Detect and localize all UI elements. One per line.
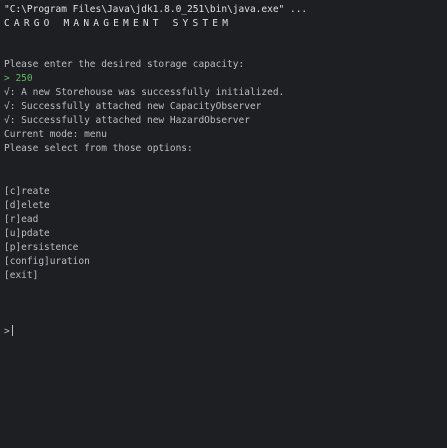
text-cursor — [11, 325, 13, 336]
current-mode-line: Current mode: menu — [4, 129, 107, 140]
menu-item-read: [r]ead — [4, 214, 39, 225]
capacity-observer-message: √: Successfully attached new CapacityObs… — [4, 101, 262, 112]
input-line[interactable]: > — [4, 325, 13, 338]
input-prompt: > — [4, 326, 10, 337]
capacity-prompt: Please enter the desired storage capacit… — [4, 59, 245, 70]
menu-item-persistence: [p]ersistence — [4, 242, 79, 253]
console-window: "C:\Program Files\Java\jdk1.8.0_251\bin\… — [0, 0, 447, 448]
select-options-prompt: Please select from those options: — [4, 143, 193, 154]
menu-item-create: [c]reate — [4, 186, 50, 197]
storehouse-init-message: √: A new Storehouse was successfully ini… — [4, 87, 285, 98]
menu-item-configuration: [config]uration — [4, 256, 90, 267]
app-banner: CARGO MANAGEMENT SYSTEM — [4, 18, 233, 29]
menu-item-update: [u]pdate — [4, 228, 50, 239]
capacity-input-echo: > 250 — [4, 73, 33, 84]
menu-item-exit: [exit] — [4, 270, 39, 281]
hazard-observer-message: √: Successfully attached new HazardObser… — [4, 115, 250, 126]
menu-item-delete: [d]elete — [4, 200, 50, 211]
run-command-line: "C:\Program Files\Java\jdk1.8.0_251\bin\… — [4, 4, 308, 15]
